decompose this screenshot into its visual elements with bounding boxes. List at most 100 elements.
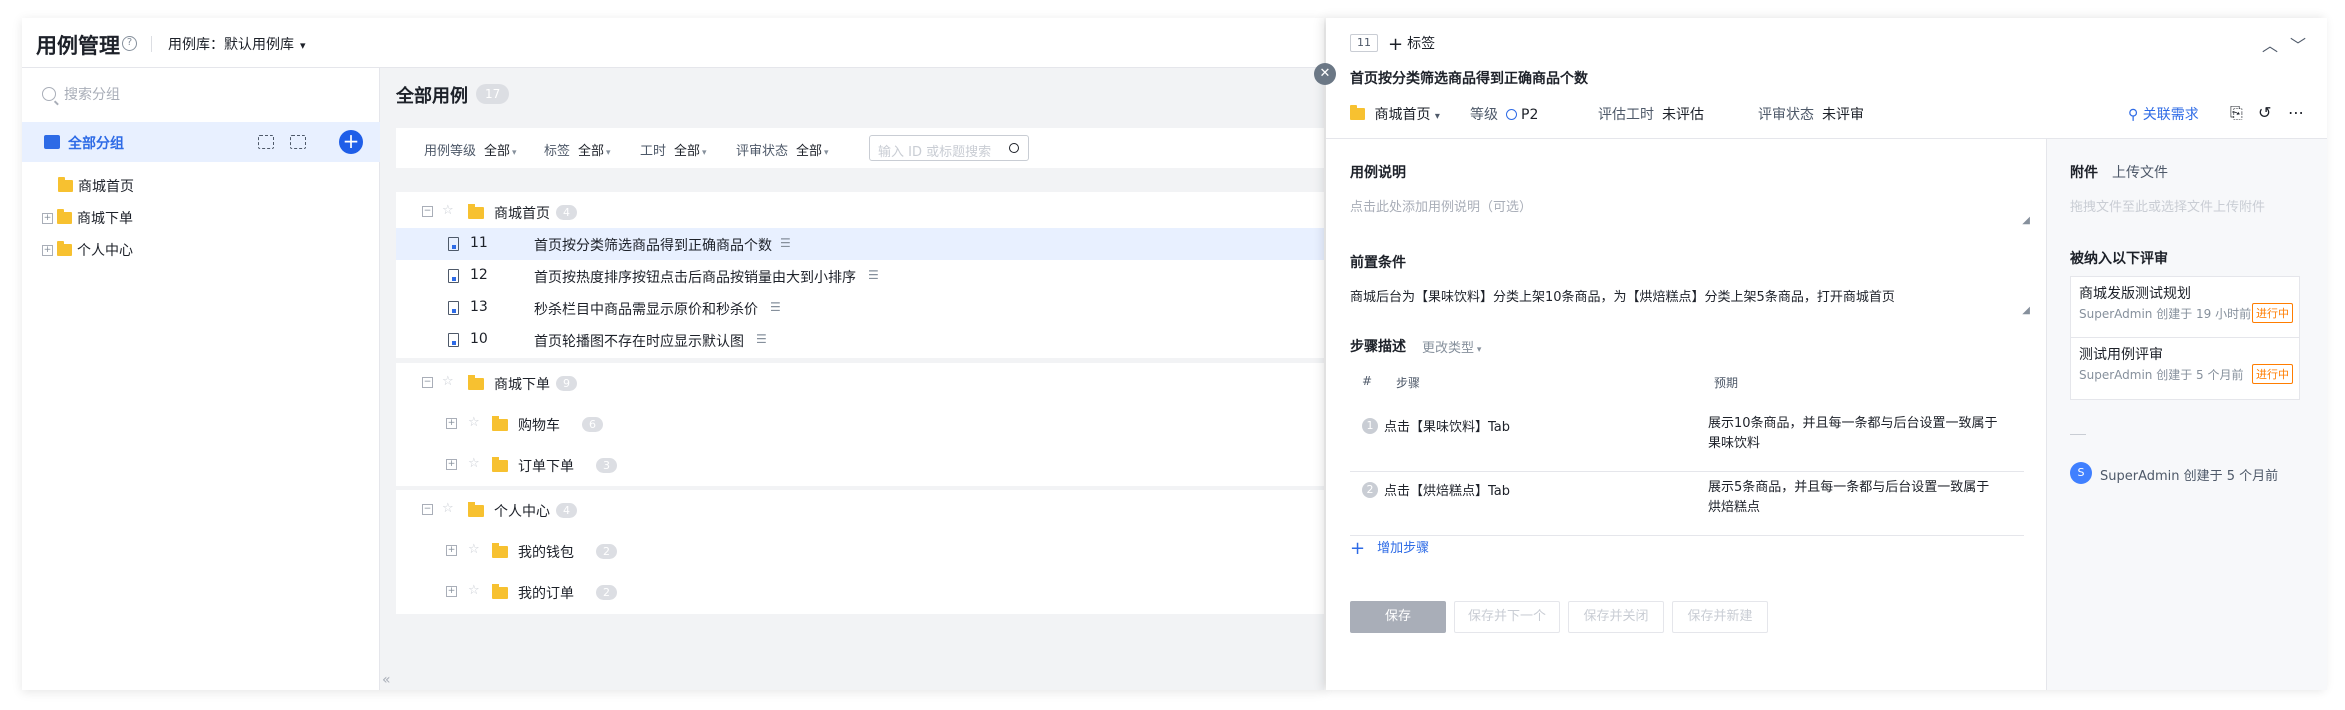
expand-icon[interactable]: + <box>446 545 457 556</box>
group-name: 个人中心 <box>494 504 550 520</box>
change-type-dropdown[interactable]: 更改类型 ▾ <box>1422 337 1481 356</box>
case-row[interactable]: 10 首页轮播图不存在时应显示默认图 ☰ <box>396 324 1324 356</box>
all-groups-item[interactable]: 全部分组 + <box>22 122 380 162</box>
collapse-sidebar-icon[interactable]: « <box>382 672 391 688</box>
group-sidebar: 搜索分组 全部分组 + 商城首页 + 商城下单 + 个人中心 <box>22 68 380 690</box>
save-next-button[interactable]: 保存并下一个 <box>1454 601 1560 633</box>
link-requirement-label: 关联需求 <box>2142 107 2199 123</box>
filter-review[interactable]: 评审状态 全部 ▾ <box>736 140 829 159</box>
subgroup-row[interactable]: + ☆ 我的钱包 2 <box>396 535 1324 567</box>
attachments-label: 附件 <box>2070 165 2098 181</box>
subgroup-row[interactable]: + ☆ 购物车 6 <box>396 408 1324 440</box>
case-title[interactable]: 首页按分类筛选商品得到正确商品个数 <box>1350 68 1588 88</box>
save-button[interactable]: 保存 <box>1350 601 1446 633</box>
subgroup-count: 3 <box>596 458 617 473</box>
tree-item-order[interactable]: + 商城下单 <box>42 206 133 230</box>
level-field[interactable]: 等级 P2 <box>1470 104 1538 124</box>
review-card[interactable]: 测试用例评审 SuperAdmin 创建于 5 个月前 进行中 <box>2070 338 2300 400</box>
reviews-label: 被纳入以下评审 <box>2070 251 2168 267</box>
help-icon[interactable]: ? <box>122 36 137 51</box>
filter-hours[interactable]: 工时 全部 ▾ <box>640 140 707 159</box>
filter-level[interactable]: 用例等级 全部 ▾ <box>424 140 517 159</box>
case-row[interactable]: 13 秒杀栏目中商品需显示原价和秒杀价 ☰ <box>396 292 1324 324</box>
import-icon[interactable] <box>258 135 274 149</box>
add-step-button[interactable]: + 增加步骤 <box>1350 537 1429 559</box>
case-title: 首页按分类筛选商品得到正确商品个数 <box>534 238 772 254</box>
close-icon[interactable]: ✕ <box>1314 63 1336 85</box>
collapse-icon[interactable]: − <box>422 206 433 217</box>
star-icon[interactable]: ☆ <box>468 542 480 557</box>
search-icon[interactable] <box>1009 143 1019 153</box>
chevron-down-icon[interactable]: ﹀ <box>2290 32 2306 56</box>
folder-selector[interactable]: 商城首页 ▾ <box>1350 104 1440 124</box>
filter-value: 全部 <box>578 144 605 159</box>
group-row[interactable]: − ☆ 商城下单 9 <box>396 367 1324 399</box>
export-icon[interactable] <box>290 135 306 149</box>
review-status-field[interactable]: 评审状态 未评审 <box>1758 104 1864 124</box>
add-group-button[interactable]: + <box>339 130 363 154</box>
expand-icon[interactable]: + <box>446 459 457 470</box>
save-new-button[interactable]: 保存并新建 <box>1672 601 1768 633</box>
subgroup-row[interactable]: + ☆ 我的订单 2 <box>396 576 1324 608</box>
attachment-icon[interactable]: ⎘ <box>2230 103 2243 123</box>
precondition-textarea[interactable]: 商城后台为【果味饮料】分类上架10条商品，为【烘焙糕点】分类上架5条商品，打开商… <box>1350 286 2030 316</box>
filter-label: 评审状态 <box>736 144 789 159</box>
step-row[interactable]: 1 点击【果味饮料】Tab 展示10条商品，并且每一条都与后台设置一致属于果味饮… <box>1350 408 2024 472</box>
side-panel <box>2047 139 2327 690</box>
case-row[interactable]: 11 首页按分类筛选商品得到正确商品个数 ☰ <box>396 228 1324 260</box>
upload-hint[interactable]: 拖拽文件至此或选择文件上传附件 <box>2070 196 2265 215</box>
description-icon: ☰ <box>770 300 781 314</box>
star-icon[interactable]: ☆ <box>442 203 454 218</box>
upload-file-link[interactable]: 上传文件 <box>2112 162 2168 182</box>
chevron-up-icon[interactable]: ︿ <box>2262 32 2278 56</box>
folder-icon <box>492 584 508 599</box>
expand-icon[interactable]: + <box>446 418 457 429</box>
review-title: 测试用例评审 <box>2079 347 2163 363</box>
group-row[interactable]: − ☆ 个人中心 4 <box>396 494 1324 526</box>
folder-icon <box>57 241 72 256</box>
star-icon[interactable]: ☆ <box>442 374 454 389</box>
group-search-input[interactable]: 搜索分组 <box>42 82 362 106</box>
case-row[interactable]: 12 首页按热度排序按钮点击后商品按销量由大到小排序 ☰ <box>396 260 1324 292</box>
group-row[interactable]: − ☆ 商城首页 4 <box>396 196 1324 228</box>
more-icon[interactable]: ⋯ <box>2288 103 2304 122</box>
expand-icon[interactable]: + <box>42 212 53 224</box>
folder-icon <box>57 209 72 224</box>
tree-item-label: 商城下单 <box>77 211 133 227</box>
resize-handle-icon[interactable]: ◢ <box>2022 305 2030 316</box>
collapse-icon[interactable]: − <box>422 377 433 388</box>
case-search-input[interactable]: 输入 ID 或标题搜索 <box>869 135 1029 161</box>
expand-icon[interactable]: + <box>42 244 53 256</box>
save-close-button[interactable]: 保存并关闭 <box>1568 601 1664 633</box>
collapse-icon[interactable]: − <box>422 504 433 515</box>
library-selector[interactable]: 用例库：默认用例库 ▾ <box>168 34 306 54</box>
review-title: 商城发版测试规划 <box>2079 286 2191 302</box>
group-name: 商城下单 <box>494 377 550 393</box>
link-requirement-button[interactable]: ⚲ 关联需求 <box>2128 104 2199 124</box>
filter-tag[interactable]: 标签 全部 ▾ <box>544 140 611 159</box>
star-icon[interactable]: ☆ <box>442 501 454 516</box>
subgroup-count: 2 <box>596 585 617 600</box>
hours-field[interactable]: 评估工时 未评估 <box>1598 104 1704 124</box>
chevron-down-icon: ▾ <box>512 148 517 158</box>
tree-item-profile[interactable]: + 个人中心 <box>42 238 133 262</box>
add-tag-button[interactable]: + 标签 <box>1388 33 1435 55</box>
step-row[interactable]: 2 点击【烘焙糕点】Tab 展示5条商品，并且每一条都与后台设置一致属于烘焙糕点 <box>1350 472 2024 536</box>
tree-item-home[interactable]: 商城首页 <box>58 174 134 198</box>
steps-header-step: 步骤 <box>1396 376 1421 390</box>
expand-icon[interactable]: + <box>446 586 457 597</box>
case-icon <box>448 301 459 315</box>
group-count: 4 <box>556 205 577 220</box>
star-icon[interactable]: ☆ <box>468 583 480 598</box>
description-textarea[interactable]: 点击此处添加用例说明（可选） ◢ <box>1350 196 2030 226</box>
step-text: 点击【果味饮料】Tab <box>1384 420 1511 435</box>
case-id: 11 <box>470 235 488 251</box>
resize-handle-icon[interactable]: ◢ <box>2022 215 2030 226</box>
star-icon[interactable]: ☆ <box>468 415 480 430</box>
history-icon[interactable]: ↺ <box>2258 103 2271 122</box>
filter-value: 全部 <box>484 144 511 159</box>
review-card[interactable]: 商城发版测试规划 SuperAdmin 创建于 19 小时前 进行中 <box>2070 276 2300 338</box>
star-icon[interactable]: ☆ <box>468 456 480 471</box>
subgroup-row[interactable]: + ☆ 订单下单 3 <box>396 449 1324 481</box>
add-step-label: 增加步骤 <box>1377 541 1430 556</box>
